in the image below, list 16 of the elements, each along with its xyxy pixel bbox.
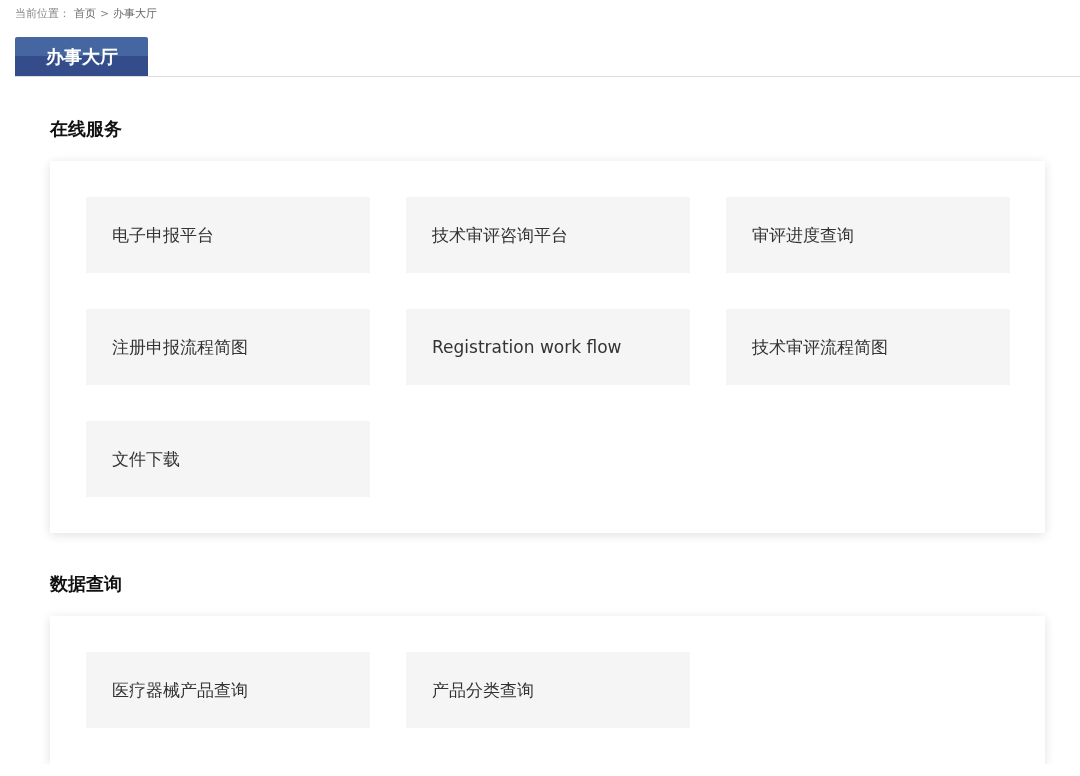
service-link[interactable]: 产品分类查询 [406,652,690,728]
breadcrumb-separator: > [100,6,110,20]
home-link[interactable]: 首页 [74,5,96,21]
location-label: 当前位置： [15,5,70,21]
service-link[interactable]: 电子申报平台 [86,197,370,273]
tab[interactable]: 办事大厅 [15,37,148,76]
service-link[interactable]: 注册申报流程简图 [86,309,370,385]
service-link[interactable]: Registration work flow [406,309,690,385]
section-title: 在线服务 [50,117,123,141]
section-title: 数据查询 [50,572,123,596]
service-link[interactable]: 技术审评咨询平台 [406,197,690,273]
service-link[interactable]: 文件下载 [86,421,370,497]
service-link[interactable]: 医疗器械产品查询 [86,652,370,728]
service-link[interactable]: 技术审评流程简图 [726,309,1010,385]
service-link[interactable]: 审评进度查询 [726,197,1010,273]
current-page: 办事大厅 [113,5,158,21]
